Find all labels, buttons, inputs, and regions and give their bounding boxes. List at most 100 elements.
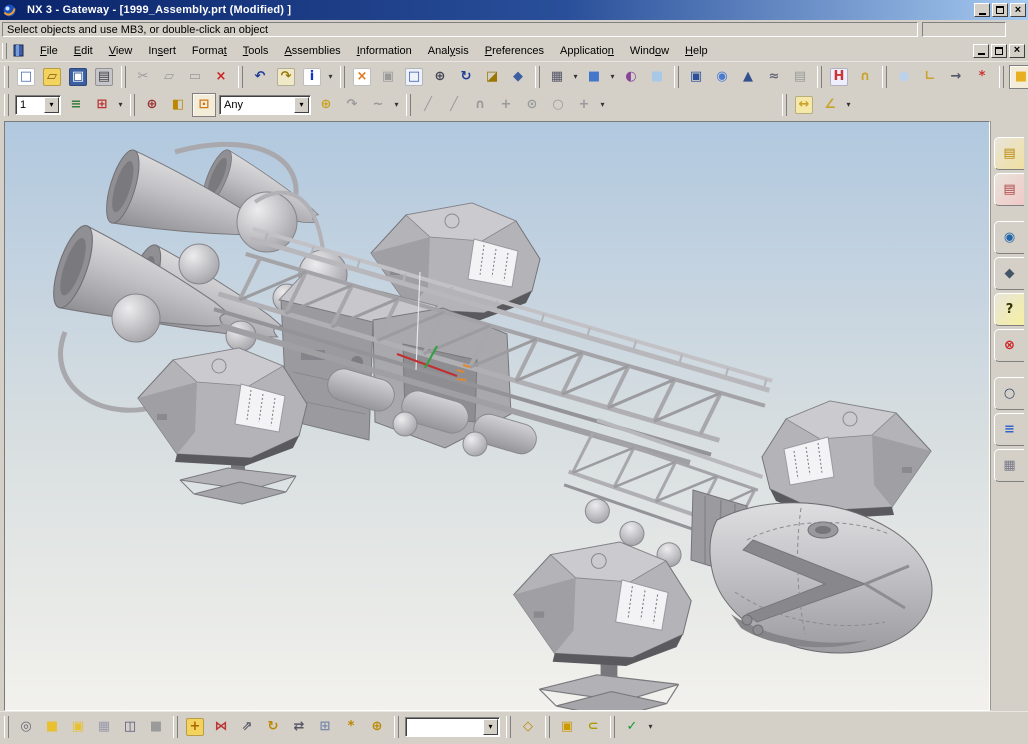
- assembly-sequence-icon[interactable]: ▣: [555, 715, 579, 739]
- mdi-close-button[interactable]: ×: [1009, 44, 1025, 58]
- studio-shaded-icon[interactable]: ■: [645, 65, 669, 89]
- point-icon-dropdown[interactable]: ▾: [597, 93, 608, 117]
- component-preview-icon[interactable]: ◫: [118, 715, 142, 739]
- product-outline-icon[interactable]: ▣: [66, 715, 90, 739]
- menu-analysis[interactable]: Analysis: [420, 43, 477, 59]
- selection-scope-icon[interactable]: ⊡: [192, 93, 216, 117]
- shaded-display-icon-dropdown[interactable]: ▾: [607, 65, 618, 89]
- menubar-grip[interactable]: [2, 43, 7, 59]
- menu-window[interactable]: Window: [622, 43, 677, 59]
- show-component-icon[interactable]: ▦: [92, 715, 116, 739]
- menu-edit[interactable]: Edit: [66, 43, 101, 59]
- deviation-gauge-icon[interactable]: *: [970, 65, 994, 89]
- measure-bodies-icon[interactable]: ∟: [918, 65, 942, 89]
- information-icon-dropdown[interactable]: ▾: [325, 65, 336, 89]
- toolbar-grip[interactable]: [545, 716, 550, 738]
- toolbar-grip[interactable]: [535, 66, 540, 88]
- new-part-icon[interactable]: □: [14, 65, 38, 89]
- information-icon[interactable]: i: [300, 65, 324, 89]
- toolbar-grip[interactable]: [394, 716, 399, 738]
- mdi-minimize-button[interactable]: [973, 44, 989, 58]
- move-component-icon[interactable]: ⇗: [235, 715, 259, 739]
- measure-angle-icon-dropdown[interactable]: ▾: [843, 93, 854, 117]
- measure-angle-icon[interactable]: ∠: [818, 93, 842, 117]
- component-search-combo[interactable]: ▾: [405, 717, 500, 737]
- component-search-combo-arrow-icon[interactable]: ▾: [483, 719, 498, 735]
- find-component-icon[interactable]: ◎: [14, 715, 38, 739]
- scene-settings-icon[interactable]: ≈: [762, 65, 786, 89]
- toolbar-grip[interactable]: [506, 716, 511, 738]
- system-materials-tab[interactable]: ▦: [994, 449, 1024, 482]
- spectrum-icon[interactable]: H: [827, 65, 851, 89]
- menu-assemblies[interactable]: Assemblies: [276, 43, 348, 59]
- toolbar-grip[interactable]: [4, 94, 9, 116]
- toolbar-grip[interactable]: [817, 66, 822, 88]
- general-selection-filter-icon[interactable]: ⊕: [314, 93, 338, 117]
- high-quality-image-icon[interactable]: ▣: [684, 65, 708, 89]
- toolbar-grip[interactable]: [406, 94, 411, 116]
- palettes-tab[interactable]: ≡: [994, 413, 1024, 446]
- delete-icon[interactable]: ×: [209, 65, 233, 89]
- repeat-command-icon[interactable]: ↷: [274, 65, 298, 89]
- toolbar-grip[interactable]: [4, 716, 9, 738]
- add-component-icon[interactable]: +: [183, 715, 207, 739]
- update-structure-icon-dropdown[interactable]: ▾: [645, 715, 656, 739]
- assembly-navigator-tab[interactable]: ▤: [994, 137, 1024, 170]
- material-texture-icon[interactable]: ▲: [736, 65, 760, 89]
- substitute-component-icon[interactable]: ⊕: [365, 715, 389, 739]
- toolbar-grip[interactable]: [340, 66, 345, 88]
- menu-file[interactable]: File: [32, 43, 66, 59]
- pattern-component-icon[interactable]: ⊞: [313, 715, 337, 739]
- rotate-view-icon[interactable]: ↻: [454, 65, 478, 89]
- print-icon[interactable]: ▤: [92, 65, 116, 89]
- update-structure-icon[interactable]: ✓: [620, 715, 644, 739]
- close-button[interactable]: ×: [1010, 3, 1026, 17]
- undo-icon[interactable]: ↶: [248, 65, 272, 89]
- zoom-box-icon[interactable]: □: [402, 65, 426, 89]
- layer-visibility-icon-dropdown[interactable]: ▾: [115, 93, 126, 117]
- menu-information[interactable]: Information: [349, 43, 420, 59]
- minimize-button[interactable]: [974, 3, 990, 17]
- menu-tools[interactable]: Tools: [235, 43, 277, 59]
- menu-view[interactable]: View: [101, 43, 141, 59]
- save-part-icon[interactable]: ▣: [66, 65, 90, 89]
- work-layer-combo[interactable]: 1▾: [15, 95, 61, 115]
- wave-geometry-linker-icon[interactable]: *: [339, 715, 363, 739]
- selection-filter-combo[interactable]: Any▾: [219, 95, 311, 115]
- toolbar-grip[interactable]: [674, 66, 679, 88]
- graphics-window[interactable]: [4, 121, 990, 711]
- clip-section-icon[interactable]: ⊂: [581, 715, 605, 739]
- wireframe-display-icon-dropdown[interactable]: ▾: [570, 65, 581, 89]
- menu-application[interactable]: Application: [552, 43, 622, 59]
- visual-effects-icon[interactable]: ◉: [710, 65, 734, 89]
- open-part-icon[interactable]: ▱: [40, 65, 64, 89]
- toolbar-grip[interactable]: [999, 66, 1004, 88]
- toolbar-grip[interactable]: [130, 94, 135, 116]
- menu-format[interactable]: Format: [184, 43, 235, 59]
- exploded-views-icon[interactable]: ◇: [516, 715, 540, 739]
- simple-distance-icon[interactable]: →: [944, 65, 968, 89]
- toolbar-grip[interactable]: [782, 94, 787, 116]
- restore-button[interactable]: [992, 3, 1008, 17]
- toolbar-grip[interactable]: [238, 66, 243, 88]
- layer-visibility-icon[interactable]: ⊞: [90, 93, 114, 117]
- menu-help[interactable]: Help: [677, 43, 716, 59]
- snap-point-icon[interactable]: ⊕: [140, 93, 164, 117]
- reposition-component-icon[interactable]: ↻: [261, 715, 285, 739]
- menu-insert[interactable]: Insert: [140, 43, 184, 59]
- part-document-icon[interactable]: [11, 43, 26, 58]
- viewport-canvas[interactable]: [5, 122, 989, 710]
- layer-settings-icon[interactable]: ≡: [64, 93, 88, 117]
- mate-component-icon[interactable]: ⋈: [209, 715, 233, 739]
- make-work-part-icon[interactable]: ■: [40, 715, 64, 739]
- pan-view-icon[interactable]: ◪: [480, 65, 504, 89]
- part-navigator-tab[interactable]: ▤: [994, 173, 1024, 206]
- web-browser-tab[interactable]: ◉: [994, 221, 1024, 254]
- mdi-restore-button[interactable]: [991, 44, 1007, 58]
- refresh-icon[interactable]: ×: [350, 65, 374, 89]
- face-curvature-icon[interactable]: ∩: [853, 65, 877, 89]
- help-tab[interactable]: ?: [994, 293, 1024, 326]
- wireframe-display-icon[interactable]: ▦: [545, 65, 569, 89]
- perspective-icon[interactable]: ◆: [506, 65, 530, 89]
- toolbar-grip[interactable]: [173, 716, 178, 738]
